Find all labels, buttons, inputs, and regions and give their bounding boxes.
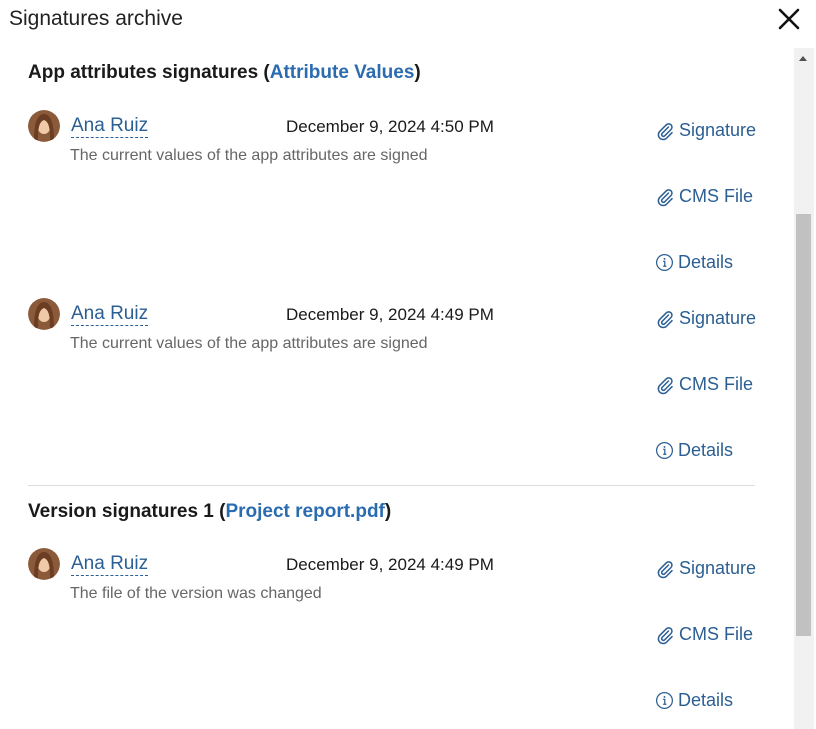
signature-link-label: Signature [679,120,757,140]
user-name-link[interactable]: Ana Ruiz [71,303,149,326]
section-title-text: Version signatures 1 ( [28,501,226,522]
cms-file-link-label: CMS File [679,186,754,206]
info-icon [655,691,674,710]
cms-file-link-label: CMS File [679,624,754,644]
details-link-label: Details [678,690,734,710]
paperclip-icon [657,560,673,578]
attribute-values-link[interactable]: Attribute Values [270,62,415,83]
vertical-scrollbar[interactable] [794,48,814,729]
signature-download-link[interactable]: Signature [655,558,756,579]
user-avatar [28,548,60,580]
signature-description: The file of the version was changed [70,585,322,602]
user-name-link[interactable]: Ana Ruiz [71,115,149,138]
user-avatar [28,110,60,142]
project-report-link[interactable]: Project report.pdf [225,501,384,522]
section-title-text: App attributes signatures ( [28,62,270,83]
scroll-up-arrow-icon[interactable] [799,56,807,61]
cms-file-download-link[interactable]: CMS File [655,374,753,395]
close-button[interactable] [776,6,802,32]
signature-timestamp: December 9, 2024 4:49 PM [286,555,494,574]
dialog-header: Signatures archive [0,0,816,40]
signature-description: The current values of the app attributes… [70,335,428,352]
section-title-app-attributes: App attributes signatures (Attribute Val… [28,62,421,84]
close-icon [778,8,800,30]
cms-file-download-link[interactable]: CMS File [655,624,753,645]
paperclip-icon [657,122,673,140]
signature-download-link[interactable]: Signature [655,120,756,141]
info-icon [655,441,674,460]
paperclip-icon [657,376,673,394]
signature-link-label: Signature [679,558,757,578]
signature-entry: Ana Ruiz December 9, 2024 4:49 PM The fi… [0,548,794,729]
user-name-link[interactable]: Ana Ruiz [71,553,149,576]
signature-link-label: Signature [679,308,757,328]
signature-entry: Ana Ruiz December 9, 2024 4:50 PM The cu… [0,110,794,298]
signature-description: The current values of the app attributes… [70,147,428,164]
cms-file-link-label: CMS File [679,374,754,394]
signature-entry: Ana Ruiz December 9, 2024 4:49 PM The cu… [0,298,794,486]
details-link[interactable]: Details [655,690,733,711]
signature-download-link[interactable]: Signature [655,308,756,329]
section-divider [28,485,755,486]
signature-timestamp: December 9, 2024 4:50 PM [286,117,494,136]
user-avatar [28,298,60,330]
dialog-title: Signatures archive [9,7,183,30]
cms-file-download-link[interactable]: CMS File [655,186,753,207]
details-link-label: Details [678,440,734,460]
details-link[interactable]: Details [655,440,733,461]
section-title-version: Version signatures 1 (Project report.pdf… [28,501,391,523]
paperclip-icon [657,188,673,206]
signature-timestamp: December 9, 2024 4:49 PM [286,305,494,324]
section-title-suffix: ) [384,501,392,522]
details-link[interactable]: Details [655,252,733,273]
signatures-list[interactable]: App attributes signatures (Attribute Val… [0,48,816,729]
paperclip-icon [657,626,673,644]
info-icon [655,253,674,272]
scrollbar-thumb[interactable] [796,214,811,636]
section-title-suffix: ) [414,62,421,83]
details-link-label: Details [678,252,734,272]
paperclip-icon [657,310,673,328]
